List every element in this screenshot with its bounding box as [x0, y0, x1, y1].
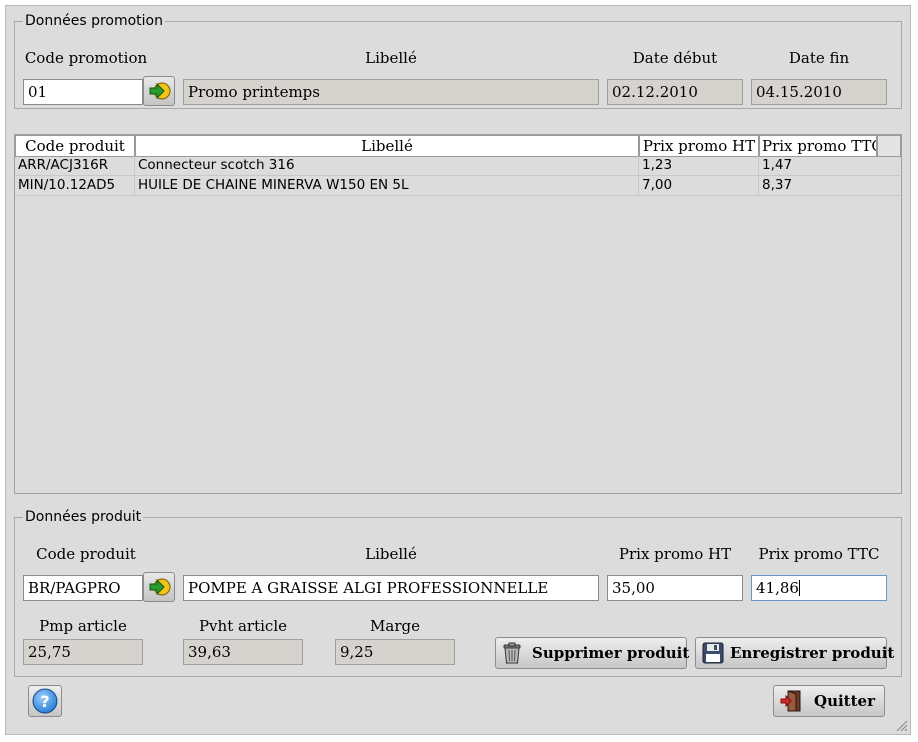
arrow-go-icon — [149, 578, 171, 596]
quit-label: Quitter — [814, 692, 875, 710]
promo-code-input[interactable]: 01 — [23, 79, 143, 105]
product-code-input[interactable]: BR/PAGPRO — [23, 575, 143, 601]
save-product-button[interactable]: Enregistrer produit — [695, 637, 894, 669]
column-header-prix-ht[interactable]: Prix promo HT — [639, 135, 759, 157]
cell-code: MIN/10.12AD5 — [15, 176, 135, 195]
save-product-label: Enregistrer produit — [730, 644, 895, 662]
promo-date-debut-field: 02.12.2010 — [607, 79, 743, 105]
column-header-prix-ttc[interactable]: Prix promo TTC — [759, 135, 877, 157]
promo-code-label: Code promotion — [24, 49, 148, 67]
pvht-field: 39,63 — [183, 639, 303, 665]
cell-prix-ht: 1,23 — [639, 156, 759, 175]
product-libelle-label: Libellé — [365, 545, 417, 563]
product-group: Données produit Code produit Libellé Pri… — [14, 509, 902, 677]
arrow-go-icon — [149, 82, 171, 100]
marge-label: Marge — [370, 617, 420, 635]
promo-date-debut-label: Date début — [632, 49, 718, 67]
delete-product-label: Supprimer produit — [532, 644, 690, 662]
column-header-libelle[interactable]: Libellé — [135, 135, 639, 157]
product-code-label: Code produit — [36, 545, 136, 563]
cell-libelle: HUILE DE CHAINE MINERVA W150 EN 5L — [135, 176, 639, 195]
cell-prix-ht: 7,00 — [639, 176, 759, 195]
promo-date-fin-field: 04.15.2010 — [751, 79, 887, 105]
trash-icon — [503, 642, 521, 664]
pmp-field: 25,75 — [23, 639, 143, 665]
pmp-label: Pmp article — [39, 617, 127, 635]
delete-product-button[interactable]: Supprimer produit — [495, 637, 690, 669]
product-prix-ht-input[interactable]: 35,00 — [607, 575, 743, 601]
product-libelle-input[interactable]: POMPE A GRAISSE ALGI PROFESSIONNELLE — [183, 575, 599, 601]
promo-libelle-label: Libellé — [365, 49, 417, 67]
product-prix-ht-label: Prix promo HT — [618, 545, 732, 563]
table-row[interactable]: MIN/10.12AD5 HUILE DE CHAINE MINERVA W15… — [15, 176, 900, 196]
promo-libelle-field: Promo printemps — [183, 79, 599, 105]
marge-field: 9,25 — [335, 639, 455, 665]
exit-door-icon — [780, 690, 801, 712]
column-header-code[interactable]: Code produit — [15, 135, 135, 157]
product-prix-ttc-label: Prix promo TTC — [758, 545, 880, 563]
pvht-label: Pvht article — [198, 617, 288, 635]
product-prix-ttc-value: 41,86 — [756, 579, 799, 597]
promo-lookup-button[interactable] — [143, 76, 175, 106]
cell-prix-ttc: 1,47 — [762, 157, 793, 173]
help-icon: ? — [32, 688, 58, 714]
floppy-disk-icon — [702, 642, 724, 664]
column-header-corner — [877, 135, 901, 157]
text-caret — [798, 580, 800, 596]
cell-libelle: Connecteur scotch 316 — [135, 156, 639, 175]
help-button[interactable]: ? — [28, 685, 62, 717]
table-header: Code produit Libellé Prix promo HT Prix … — [15, 135, 901, 157]
resize-grip-icon[interactable] — [894, 718, 908, 732]
product-lookup-button[interactable] — [143, 572, 175, 602]
promo-date-fin-label: Date fin — [788, 49, 850, 67]
product-group-legend: Données produit — [23, 509, 144, 526]
product-table[interactable]: Code produit Libellé Prix promo HT Prix … — [14, 134, 902, 494]
table-row[interactable]: ARR/ACJ316R Connecteur scotch 316 1,23 1… — [15, 156, 900, 176]
promotion-group: Données promotion Code promotion Libellé… — [14, 13, 902, 109]
product-prix-ttc-input[interactable]: 41,86 — [751, 575, 887, 601]
promotion-group-legend: Données promotion — [23, 13, 165, 30]
quit-button[interactable]: Quitter — [773, 685, 885, 717]
svg-text:?: ? — [40, 692, 49, 711]
cell-prix-ttc: 8,37 — [762, 177, 793, 193]
promotion-window: Données promotion Code promotion Libellé… — [5, 5, 911, 735]
cell-code: ARR/ACJ316R — [15, 156, 135, 175]
